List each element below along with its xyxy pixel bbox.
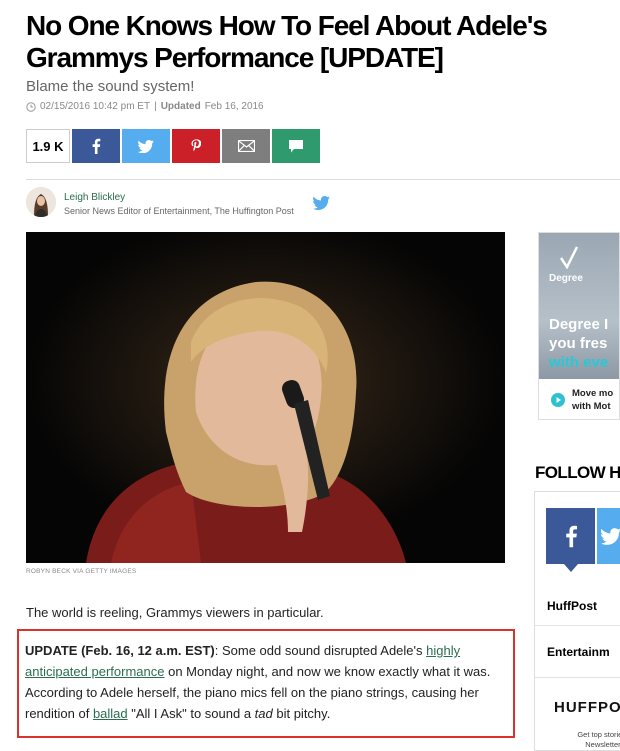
follow-widget: HuffPost Entertainm HUFFPOS Get top stor…: [534, 491, 620, 751]
clock-icon: [26, 101, 36, 112]
share-facebook-button[interactable]: [72, 129, 120, 163]
share-twitter-button[interactable]: [122, 129, 170, 163]
share-pinterest-button[interactable]: [172, 129, 220, 163]
hero-image: [26, 232, 505, 563]
follow-divider: [535, 677, 620, 678]
ad-headline-line-2: you fres: [549, 335, 608, 352]
ad-cta-line-1: Move mo: [572, 388, 614, 399]
twitter-icon: [138, 139, 154, 153]
intro-paragraph: The world is reeling, Grammys viewers in…: [26, 605, 324, 620]
author-avatar[interactable]: [26, 187, 56, 217]
ad-cta-bar[interactable]: Move mo with Mot: [539, 379, 619, 419]
facebook-icon: [565, 525, 577, 548]
ad-headline-line-3: with eve: [549, 354, 609, 371]
photo-credit: ROBYN BECK VIA GETTY IMAGES: [26, 568, 137, 575]
follow-item-entertainment[interactable]: Entertainm: [547, 645, 610, 659]
huffpost-logo: HUFFPOS: [554, 699, 620, 716]
dateline: 02/15/2016 10:42 pm ET | Updated Feb 16,…: [26, 101, 264, 112]
published-time: 02/15/2016 10:42 pm ET: [40, 101, 151, 112]
update-paragraph: UPDATE (Feb. 16, 12 a.m. EST): Some odd …: [25, 640, 507, 724]
twitter-icon: [601, 527, 620, 545]
play-icon: [551, 393, 565, 407]
ad-headline-line-1: Degree I: [549, 316, 609, 333]
update-emphasis: tad: [254, 706, 273, 721]
author-title: Senior News Editor of Entertainment, The…: [64, 206, 294, 216]
updated-label: Updated: [160, 101, 201, 112]
ad-cta-line-2: with Mot: [572, 401, 611, 412]
email-icon: [237, 140, 255, 152]
newsletter-line-2: Newsletters m: [585, 740, 620, 749]
article-headline: No One Knows How To Feel About Adele's G…: [26, 10, 548, 73]
share-comment-button[interactable]: [272, 129, 320, 163]
update-label: UPDATE (Feb. 16, 12 a.m. EST): [25, 643, 215, 658]
follow-heading: FOLLOW H: [535, 463, 620, 482]
share-bar: 1.9 K: [26, 129, 320, 163]
pinterest-icon: [191, 138, 201, 151]
comment-icon: [289, 139, 303, 152]
ad-cta-text: Move mo with Mot: [572, 387, 613, 413]
update-text-4: bit pitchy.: [272, 706, 331, 721]
updated-date: Feb 16, 2016: [204, 101, 264, 112]
header-divider: [26, 179, 620, 180]
share-email-button[interactable]: [222, 129, 270, 163]
newsletter-line-1: Get top stories and: [577, 730, 620, 739]
ad-headline: Degree I you fres with eve: [549, 315, 619, 372]
author-name[interactable]: Leigh Blickley: [64, 192, 125, 203]
article-subhead: Blame the sound system!: [26, 78, 195, 95]
ad-brand: Degree: [549, 273, 583, 284]
facebook-icon: [92, 138, 101, 154]
checkmark-icon: [559, 246, 579, 269]
follow-divider: [535, 625, 620, 626]
follow-twitter-button[interactable]: [597, 508, 620, 564]
update-text-1: : Some odd sound disrupted Adele's: [214, 643, 427, 658]
date-separator: |: [154, 101, 157, 112]
ballad-link[interactable]: ballad: [93, 706, 128, 721]
update-text-3: "All I Ask" to sound a: [127, 706, 255, 721]
share-count: 1.9 K: [26, 129, 70, 163]
author-twitter-button[interactable]: [313, 196, 330, 215]
follow-facebook-button[interactable]: [546, 508, 595, 572]
sidebar-ad[interactable]: Degree Degree I you fres with eve Move m…: [538, 232, 620, 420]
newsletter-text: Get top stories and Newsletters m: [549, 730, 620, 750]
follow-item-huffpost[interactable]: HuffPost: [547, 599, 597, 613]
twitter-icon: [313, 196, 330, 210]
